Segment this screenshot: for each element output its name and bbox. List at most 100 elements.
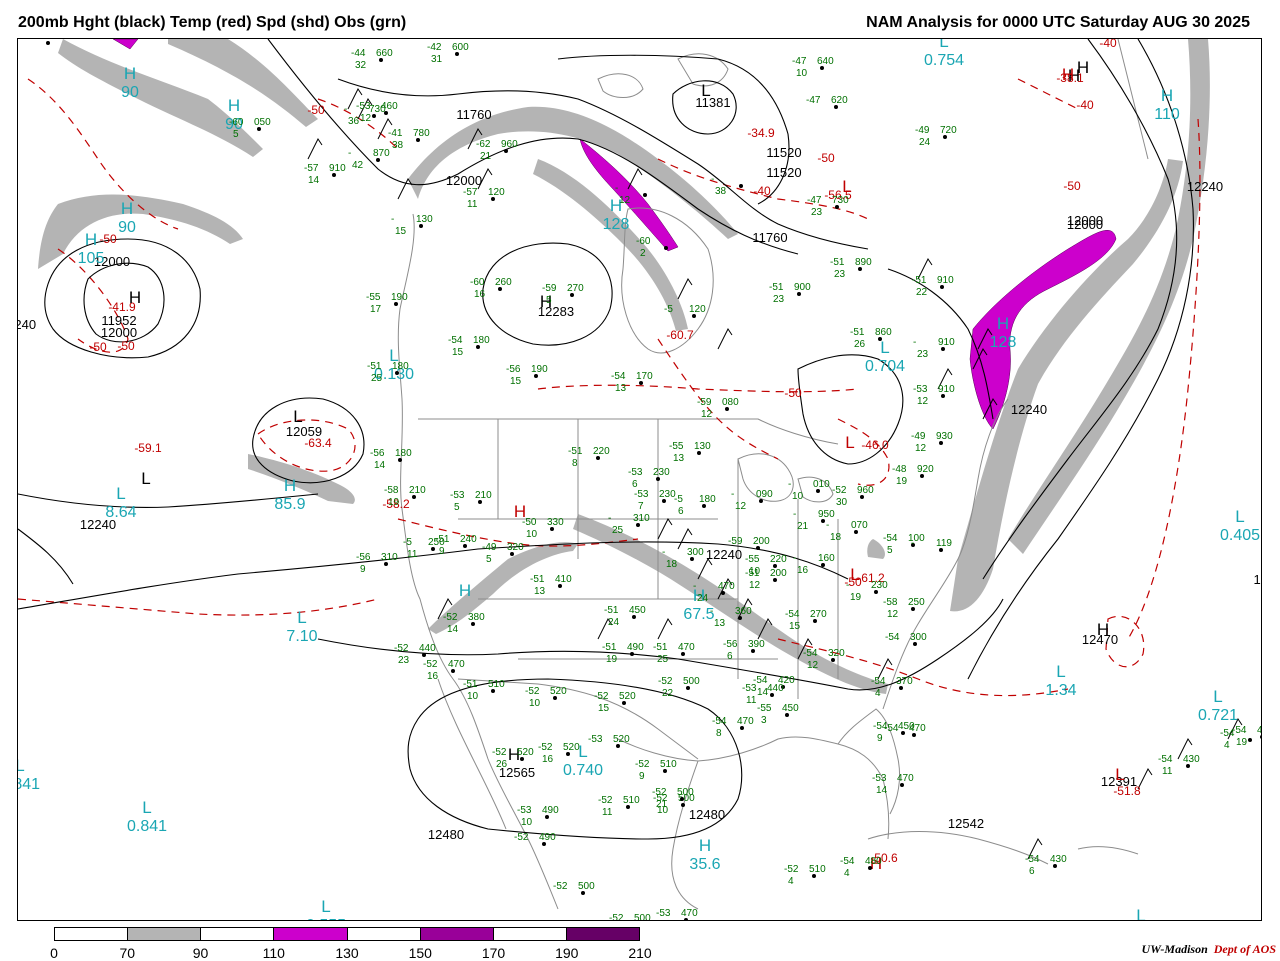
obs-temperature: -54 bbox=[611, 371, 626, 382]
obs-temperature: -51 bbox=[568, 446, 583, 457]
obs-temperature: -53 bbox=[656, 908, 671, 919]
center-value: 8.64 bbox=[105, 504, 136, 521]
obs-spread: 12 bbox=[749, 580, 761, 591]
obs-spread: 12 bbox=[701, 409, 713, 420]
obs-height: 430 bbox=[1183, 754, 1200, 765]
obs-height: 230 bbox=[653, 467, 670, 478]
station-obs: -53 520 bbox=[588, 734, 630, 748]
center-letter: L bbox=[1235, 507, 1244, 526]
credit-org: UW-Madison bbox=[1141, 942, 1208, 956]
center-value: 35.6 bbox=[689, 856, 720, 873]
obs-temperature: -52 bbox=[635, 759, 650, 770]
center-letter: H bbox=[1161, 86, 1173, 105]
obs-temperature: -56 bbox=[356, 552, 371, 563]
obs-spread: 19 bbox=[850, 592, 862, 603]
station-obs: -56 190 15 bbox=[506, 364, 548, 387]
obs-spread: 23 bbox=[834, 269, 846, 280]
obs-temperature: -52 bbox=[598, 795, 613, 806]
obs-spread: 10 bbox=[792, 491, 804, 502]
obs-height: 300 bbox=[687, 547, 704, 558]
obs-spread: 30 bbox=[836, 497, 848, 508]
obs-spread: 7 bbox=[638, 501, 644, 512]
station-obs: -51 910 22 bbox=[912, 275, 954, 298]
station-obs: -49 930 12 bbox=[911, 431, 953, 454]
obs-spread: 17 bbox=[370, 304, 382, 315]
obs-height: 050 bbox=[254, 117, 271, 128]
legend-swatch bbox=[493, 928, 567, 940]
obs-temperature: -54 bbox=[803, 648, 818, 659]
obs-temperature: - bbox=[344, 104, 347, 115]
legend-swatch bbox=[128, 928, 202, 940]
obs-spread: 11 bbox=[467, 199, 478, 210]
center-value: 85.9 bbox=[274, 496, 305, 513]
obs-height: 720 bbox=[940, 125, 957, 136]
obs-spread: 3 bbox=[761, 715, 767, 726]
obs-height: 520 bbox=[563, 742, 580, 753]
obs-temperature: -52 bbox=[514, 832, 529, 843]
station-obs: -52 510 9 bbox=[635, 759, 677, 782]
obs-spread: 18 bbox=[666, 559, 678, 570]
obs-height: 080 bbox=[722, 397, 739, 408]
obs-temperature: -58 bbox=[883, 597, 898, 608]
obs-spread: 4 bbox=[844, 868, 850, 879]
obs-temperature: -51 bbox=[602, 642, 617, 653]
obs-temperature: -5 bbox=[664, 304, 673, 315]
obs-temperature: - bbox=[788, 479, 791, 490]
isotherm-i bbox=[837, 418, 890, 486]
height-label: 12240 bbox=[1187, 179, 1223, 194]
obs-spread: 4 bbox=[788, 876, 794, 887]
center-value: 0.555 bbox=[306, 917, 346, 920]
center-letter: H bbox=[1077, 58, 1089, 77]
obs-temperature: -52 bbox=[609, 913, 624, 920]
station-obs: - 310 25 bbox=[608, 513, 650, 536]
canada-us-border bbox=[418, 418, 839, 445]
center-value: 0.721 bbox=[1198, 707, 1238, 724]
obs-height: 130 bbox=[416, 214, 433, 225]
center-letter: L bbox=[1056, 662, 1065, 681]
height-label: 12542 bbox=[948, 816, 984, 831]
obs-temperature: - bbox=[662, 547, 665, 558]
obs-spread: 14 bbox=[374, 460, 386, 471]
temperature-label: -50 bbox=[1063, 179, 1081, 193]
height-label: 11760 bbox=[456, 107, 491, 122]
temperature-label: -50 bbox=[817, 151, 835, 165]
obs-temperature: -60 bbox=[470, 277, 485, 288]
obs-temperature: -53 bbox=[517, 805, 532, 816]
obs-temperature: -52 bbox=[525, 686, 540, 697]
center-value: 90 bbox=[121, 84, 139, 101]
obs-height: 470 bbox=[681, 908, 698, 919]
obs-height: 440 bbox=[767, 683, 784, 694]
obs-temperature: -56 bbox=[506, 364, 521, 375]
obs-temperature: -51 bbox=[367, 361, 382, 372]
obs-temperature: -59 bbox=[542, 283, 557, 294]
station-obs: -5 120 bbox=[664, 304, 706, 318]
obs-height: 930 bbox=[936, 431, 953, 442]
obs-spread: 4 bbox=[875, 688, 881, 699]
obs-temperature: -54 bbox=[883, 533, 898, 544]
obs-temperature: - bbox=[391, 214, 394, 225]
height-label: 12240 bbox=[706, 547, 742, 562]
obs-temperature: -51 bbox=[604, 605, 619, 616]
obs-temperature: -60 bbox=[636, 236, 651, 247]
obs-temperature: -52 bbox=[394, 643, 409, 654]
station-dot bbox=[46, 41, 50, 45]
obs-spread: 15 bbox=[395, 226, 407, 237]
station-dot bbox=[664, 246, 668, 250]
obs-spread: 12 bbox=[887, 609, 899, 620]
center-letter: L bbox=[845, 433, 854, 452]
obs-spread: 23 bbox=[398, 655, 410, 666]
jet-shade-west bbox=[38, 194, 243, 269]
center-value: 1.34 bbox=[1045, 682, 1076, 699]
obs-height: 910 bbox=[937, 275, 954, 286]
obs-spread: 12 bbox=[915, 443, 927, 454]
obs-spread: 15 bbox=[510, 376, 522, 387]
map-frame: 11760 12000 11381 11520 11520 11760 12000 12000… bbox=[17, 38, 1262, 921]
obs-height: 320 bbox=[828, 648, 845, 659]
obs-spread: 16 bbox=[797, 565, 809, 576]
center-value: 7.10 bbox=[286, 628, 317, 645]
obs-height: 120 bbox=[689, 304, 706, 315]
obs-temperature: -54 bbox=[785, 609, 800, 620]
height-label: 12000 bbox=[1067, 213, 1103, 228]
obs-height: 120 bbox=[488, 187, 505, 198]
station-obs: -51 220 8 bbox=[568, 446, 610, 469]
